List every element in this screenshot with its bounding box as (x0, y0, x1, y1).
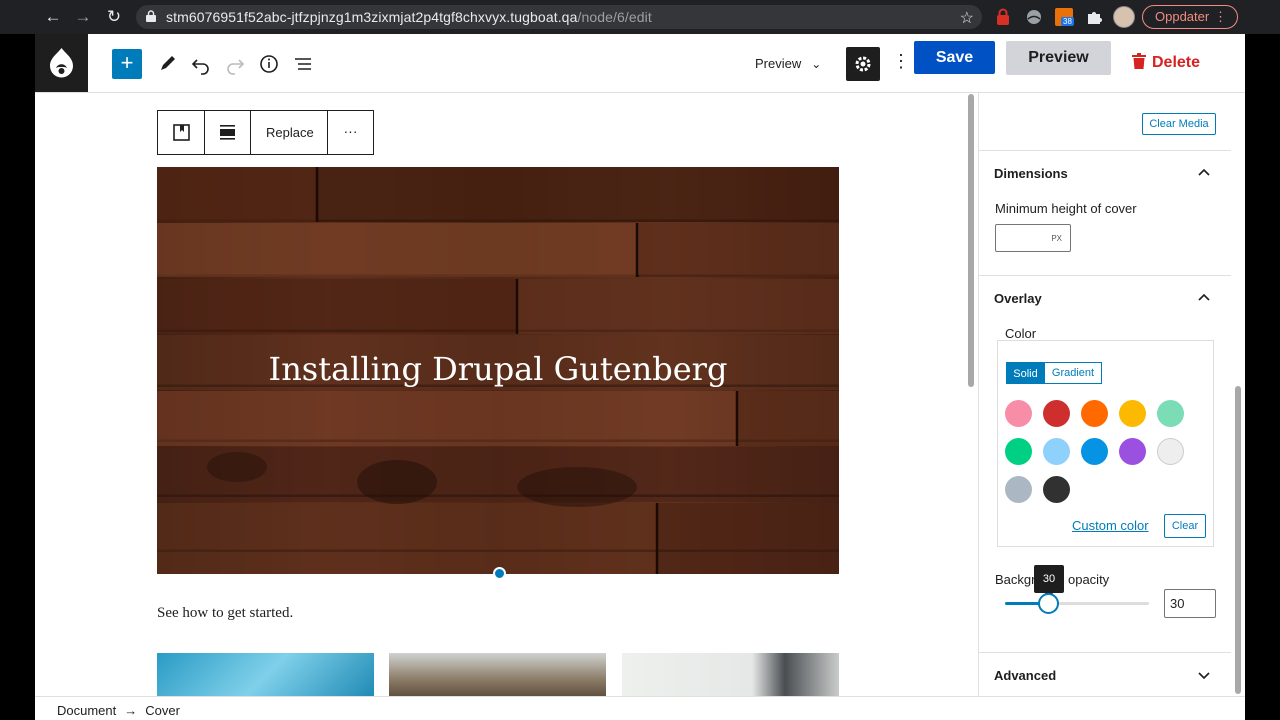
more-options-icon[interactable]: ⋮ (892, 51, 910, 72)
color-swatch[interactable] (1081, 438, 1108, 465)
tab-solid[interactable]: Solid (1006, 362, 1045, 384)
replace-label: Replace (266, 125, 314, 140)
tab-gradient[interactable]: Gradient (1044, 362, 1102, 384)
opacity-slider[interactable] (1005, 593, 1149, 614)
update-button[interactable]: Oppdater ⋮ (1142, 5, 1238, 29)
color-swatch[interactable] (1043, 438, 1070, 465)
forward-icon[interactable]: → (73, 7, 93, 27)
preview-button[interactable]: Preview (1006, 41, 1111, 75)
color-swatch[interactable] (1119, 438, 1146, 465)
save-button[interactable]: Save (914, 41, 995, 74)
paragraph-block[interactable]: See how to get started. (157, 605, 293, 622)
block-more-options-icon[interactable]: ··· (328, 111, 373, 154)
gallery-image-1[interactable] (157, 653, 374, 698)
footer-bar: Document → Cover (35, 696, 1245, 720)
chevron-up-icon[interactable] (1197, 166, 1211, 180)
gallery-image-3[interactable] (622, 653, 839, 698)
color-swatch[interactable] (1081, 400, 1108, 427)
clear-media-button[interactable]: Clear Media (1142, 113, 1216, 135)
preview-dropdown[interactable]: Preview ⌄ (755, 56, 821, 71)
redo-icon[interactable] (220, 49, 250, 79)
breadcrumb: Document → Cover (57, 703, 180, 718)
extension-globe-icon[interactable] (1025, 8, 1043, 26)
address-bar[interactable]: stm6076951f52abc-jtfzpjnzg1m3zixmjat2p4t… (136, 5, 982, 29)
extension-shield-icon[interactable] (994, 8, 1012, 26)
breadcrumb-cover[interactable]: Cover (145, 703, 180, 718)
gear-icon (855, 56, 871, 72)
slider-tooltip: 30 (1034, 565, 1064, 598)
url-text: stm6076951f52abc-jtfzpjnzg1m3zixmjat2p4t… (166, 9, 652, 25)
breadcrumb-document[interactable]: Document (57, 703, 116, 718)
panel-divider (979, 275, 1231, 276)
chevron-up-icon[interactable] (1197, 291, 1211, 305)
preview-dropdown-label: Preview (755, 56, 802, 71)
cover-block[interactable]: Installing Drupal Gutenberg (157, 167, 839, 574)
overlay-panel-title[interactable]: Overlay (994, 291, 1042, 306)
update-menu-icon: ⋮ (1214, 9, 1227, 24)
extension-rss-icon[interactable]: 38 (1055, 8, 1074, 26)
bookmark-star-icon[interactable]: ☆ (960, 8, 974, 28)
add-block-button[interactable]: + (112, 49, 142, 79)
color-swatch[interactable] (1005, 400, 1032, 427)
block-type-button[interactable] (158, 111, 205, 154)
color-swatch[interactable] (1157, 438, 1184, 465)
dimensions-panel-title[interactable]: Dimensions (994, 166, 1068, 181)
info-icon[interactable] (254, 49, 284, 79)
update-label: Oppdater (1155, 9, 1210, 24)
delete-label: Delete (1152, 54, 1201, 71)
unit-label: PX (1051, 234, 1062, 243)
min-height-label: Minimum height of cover (995, 201, 1137, 216)
align-full-icon (220, 125, 235, 140)
settings-button[interactable] (846, 47, 880, 81)
url-host: stm6076951f52abc-jtfzpjnzg1m3zixmjat2p4t… (166, 9, 578, 25)
puzzle-icon[interactable] (1085, 8, 1103, 26)
color-swatch[interactable] (1005, 438, 1032, 465)
color-swatch[interactable] (1119, 400, 1146, 427)
back-icon[interactable]: ← (43, 7, 63, 27)
color-picker: Solid Gradient Custom color Clear (997, 340, 1214, 547)
sidebar-scrollbar[interactable] (1235, 386, 1241, 694)
trash-icon (1132, 53, 1146, 69)
clear-color-button[interactable]: Clear (1164, 514, 1206, 538)
profile-avatar[interactable] (1113, 6, 1135, 28)
arrow-right-icon: → (124, 703, 138, 718)
extension-badge: 38 (1061, 17, 1074, 26)
color-swatch[interactable] (1005, 476, 1032, 503)
chevron-down-icon[interactable] (1197, 668, 1211, 682)
align-button[interactable] (205, 111, 251, 154)
opacity-input[interactable]: 30 (1164, 589, 1216, 618)
color-swatch[interactable] (1043, 400, 1070, 427)
drupal-logo[interactable] (35, 34, 88, 92)
panel-divider (979, 150, 1231, 151)
url-path: /node/6/edit (577, 9, 652, 25)
edit-tools-icon[interactable] (152, 49, 182, 79)
cover-block-icon (173, 124, 190, 141)
min-height-input[interactable]: PX (995, 224, 1071, 252)
cover-title[interactable]: Installing Drupal Gutenberg (157, 350, 839, 388)
color-swatch[interactable] (1043, 476, 1070, 503)
lock-icon (146, 10, 156, 22)
slider-thumb[interactable] (1038, 593, 1060, 614)
cover-resize-handle[interactable] (493, 567, 506, 580)
canvas-scrollbar[interactable] (968, 94, 974, 387)
undo-icon[interactable] (186, 49, 216, 79)
gallery-image-2[interactable] (389, 653, 606, 698)
reload-icon[interactable]: ↻ (104, 7, 124, 27)
block-toolbar: Replace ··· (157, 110, 374, 155)
chevron-down-icon: ⌄ (811, 57, 822, 71)
color-label: Color (1005, 326, 1037, 341)
panel-divider (979, 652, 1231, 653)
custom-color-link[interactable]: Custom color (1072, 518, 1149, 533)
drupal-drop-icon (50, 48, 73, 78)
advanced-panel-title[interactable]: Advanced (994, 668, 1056, 683)
delete-button[interactable]: Delete (1132, 53, 1200, 72)
list-view-icon[interactable] (288, 49, 318, 79)
color-swatch[interactable] (1157, 400, 1184, 427)
browser-chrome: ← → ↻ stm6076951f52abc-jtfzpjnzg1m3zixmj… (0, 0, 1280, 34)
editor-app: + Preview ⌄ ⋮ Save Preview Delete Replac… (35, 34, 1245, 720)
settings-sidebar: Clear Media Dimensions Minimum height of… (979, 93, 1231, 696)
